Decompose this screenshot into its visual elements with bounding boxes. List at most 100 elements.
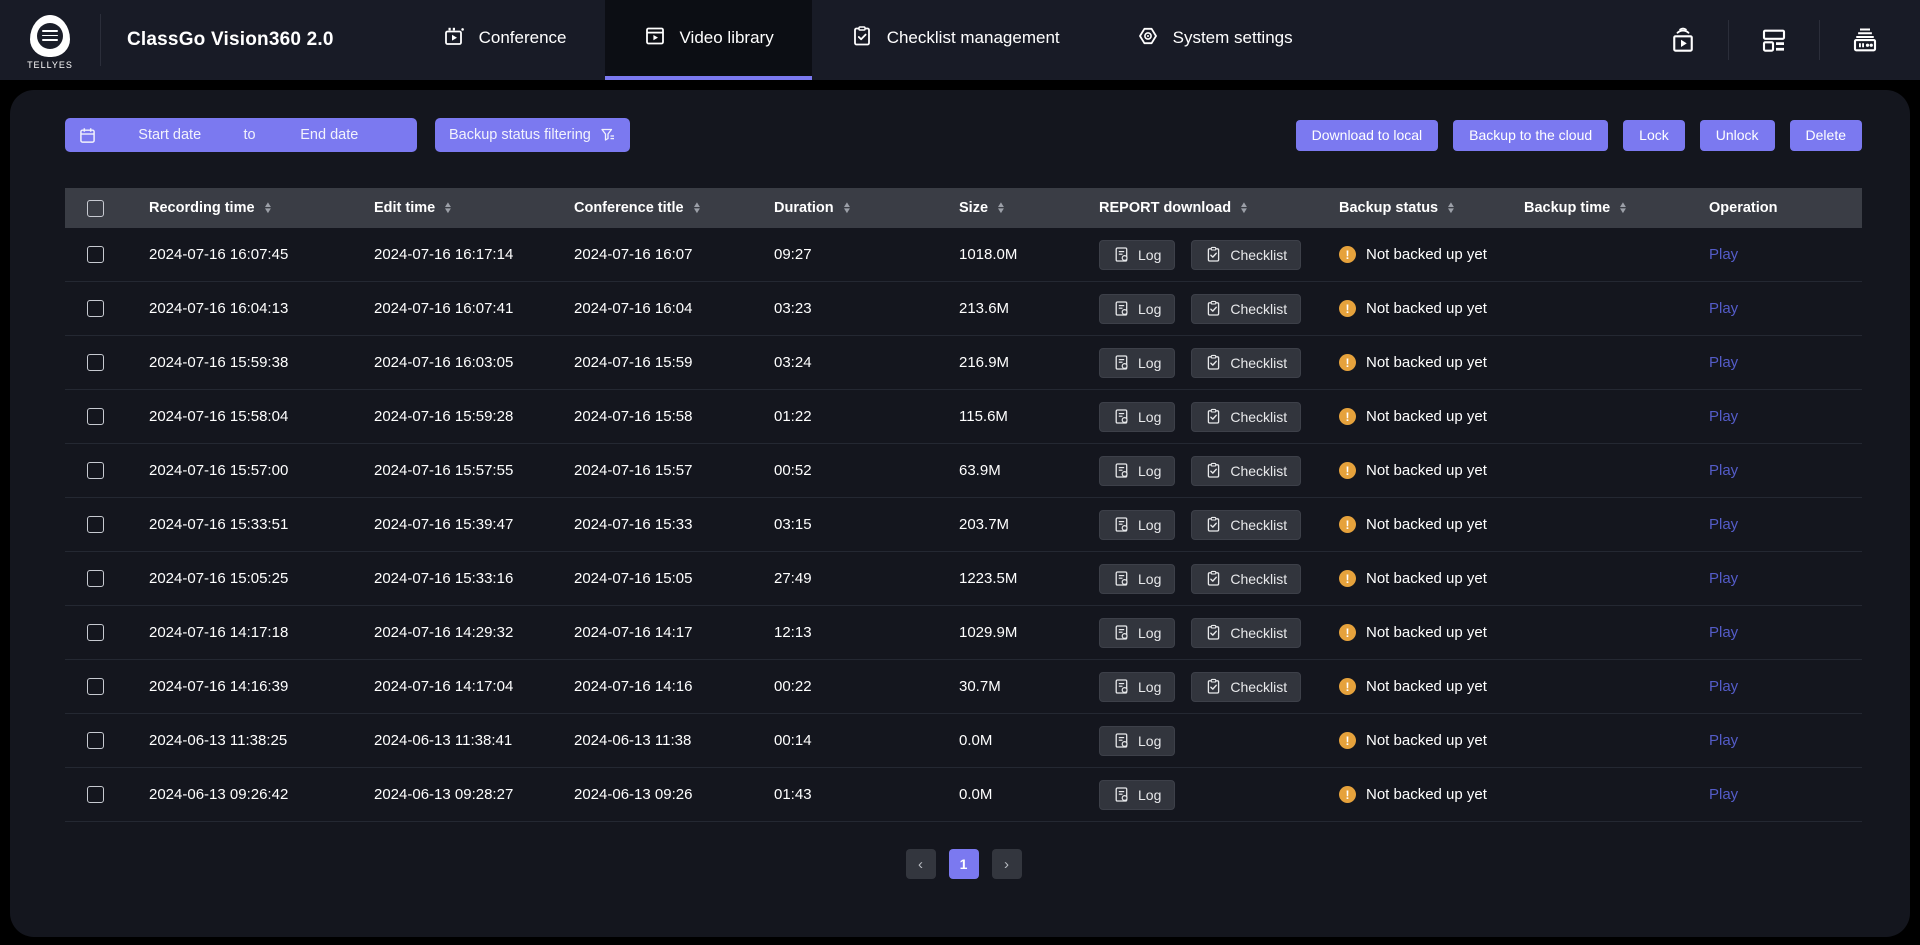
play-link[interactable]: Play [1709,300,1738,317]
cell-duration: 03:24 [750,336,935,389]
row-checkbox[interactable] [87,624,104,641]
log-download-button[interactable]: Log [1099,402,1175,432]
log-download-button[interactable]: Log [1099,294,1175,324]
play-link[interactable]: Play [1709,570,1738,587]
column-label: Conference title [574,200,684,216]
tab-label: System settings [1173,28,1293,48]
warning-icon: ! [1339,678,1356,695]
row-checkbox[interactable] [87,516,104,533]
log-download-button[interactable]: Log [1099,348,1175,378]
checklist-download-button[interactable]: Checklist [1191,240,1301,270]
cell-recording-time: 2024-06-13 11:38:25 [125,714,350,767]
cell-edit-time: 2024-07-16 15:59:28 [350,390,550,443]
log-download-button[interactable]: Log [1099,510,1175,540]
row-checkbox[interactable] [87,786,104,803]
sort-icon[interactable]: ▲▼ [264,202,272,215]
log-download-button[interactable]: Log [1099,456,1175,486]
row-checkbox[interactable] [87,246,104,263]
cell-report-download: Log Checklist [1075,606,1315,659]
sort-icon[interactable]: ▲▼ [997,202,1005,215]
play-link[interactable]: Play [1709,354,1738,371]
sort-icon[interactable]: ▲▼ [444,202,452,215]
sort-icon[interactable]: ▲▼ [693,202,701,215]
checklist-download-button[interactable]: Checklist [1191,564,1301,594]
sort-icon[interactable]: ▲▼ [1619,202,1627,215]
log-button-label: Log [1138,301,1161,317]
pagination-next-button[interactable]: › [992,849,1022,879]
log-file-icon [1113,570,1130,587]
log-download-button[interactable]: Log [1099,618,1175,648]
checklist-download-button[interactable]: Checklist [1191,294,1301,324]
play-link[interactable]: Play [1709,462,1738,479]
row-checkbox[interactable] [87,300,104,317]
tab-conference[interactable]: Conference [404,0,605,80]
log-download-button[interactable]: Log [1099,780,1175,810]
start-date-input[interactable]: Start date [96,127,243,143]
cell-report-download: Log Checklist [1075,228,1315,281]
sort-icon[interactable]: ▲▼ [843,202,851,215]
log-button-label: Log [1138,517,1161,533]
cell-operation: Play [1685,606,1862,659]
sort-icon[interactable]: ▲▼ [1240,202,1248,215]
layout-button[interactable] [1755,21,1793,59]
log-file-icon [1113,408,1130,425]
table-row: 2024-07-16 15:59:382024-07-16 16:03:0520… [65,336,1862,390]
cell-report-download: Log Checklist [1075,660,1315,713]
cell-recording-time: 2024-07-16 15:05:25 [125,552,350,605]
row-checkbox[interactable] [87,462,104,479]
checklist-download-button[interactable]: Checklist [1191,402,1301,432]
log-download-button[interactable]: Log [1099,564,1175,594]
download-to-local-button[interactable]: Download to local [1296,120,1439,151]
row-checkbox[interactable] [87,678,104,695]
tab-checklist-management[interactable]: Checklist management [812,0,1098,80]
live-cast-button[interactable] [1664,21,1702,59]
select-all-checkbox[interactable] [87,200,104,217]
date-range-picker[interactable]: Start date to End date [65,118,417,152]
pagination-prev-button[interactable]: ‹ [906,849,936,879]
column-label: Duration [774,200,834,216]
cell-conference-title: 2024-07-16 14:16 [550,660,750,713]
row-checkbox[interactable] [87,732,104,749]
play-link[interactable]: Play [1709,678,1738,695]
log-download-button[interactable]: Log [1099,672,1175,702]
checklist-download-button[interactable]: Checklist [1191,618,1301,648]
tab-system-settings[interactable]: System settings [1098,0,1331,80]
pagination-page-1[interactable]: 1 [949,849,979,879]
row-checkbox[interactable] [87,570,104,587]
cell-operation: Play [1685,444,1862,497]
checklist-download-button[interactable]: Checklist [1191,456,1301,486]
checklist-icon [850,24,874,53]
play-link[interactable]: Play [1709,246,1738,263]
play-link[interactable]: Play [1709,732,1738,749]
delete-button[interactable]: Delete [1790,120,1862,151]
cell-edit-time: 2024-07-16 15:57:55 [350,444,550,497]
video-library-panel: Start date to End date Backup status fil… [10,90,1910,937]
backup-to-cloud-button[interactable]: Backup to the cloud [1453,120,1608,151]
log-download-button[interactable]: Log [1099,240,1175,270]
play-link[interactable]: Play [1709,624,1738,641]
play-link[interactable]: Play [1709,408,1738,425]
tab-label: Video library [680,28,774,48]
end-date-input[interactable]: End date [256,127,403,143]
play-link[interactable]: Play [1709,516,1738,533]
tab-video-library[interactable]: Video library [605,0,812,80]
column-header-recording_time: Recording time▲▼ [125,188,350,228]
column-label: Size [959,200,988,216]
recorder-device-button[interactable] [1846,21,1884,59]
log-download-button[interactable]: Log [1099,726,1175,756]
checklist-button-label: Checklist [1230,571,1287,587]
row-checkbox[interactable] [87,354,104,371]
checklist-download-button[interactable]: Checklist [1191,510,1301,540]
table-row: 2024-07-16 16:07:452024-07-16 16:17:1420… [65,228,1862,282]
checklist-download-button[interactable]: Checklist [1191,348,1301,378]
sort-icon[interactable]: ▲▼ [1447,202,1455,215]
unlock-button[interactable]: Unlock [1700,120,1775,151]
play-link[interactable]: Play [1709,786,1738,803]
warning-icon: ! [1339,354,1356,371]
brand-logo[interactable]: TELLYES [0,0,100,80]
lock-button[interactable]: Lock [1623,120,1685,151]
checklist-download-button[interactable]: Checklist [1191,672,1301,702]
backup-status-filter-button[interactable]: Backup status filtering [435,118,630,152]
cell-duration: 00:14 [750,714,935,767]
row-checkbox[interactable] [87,408,104,425]
